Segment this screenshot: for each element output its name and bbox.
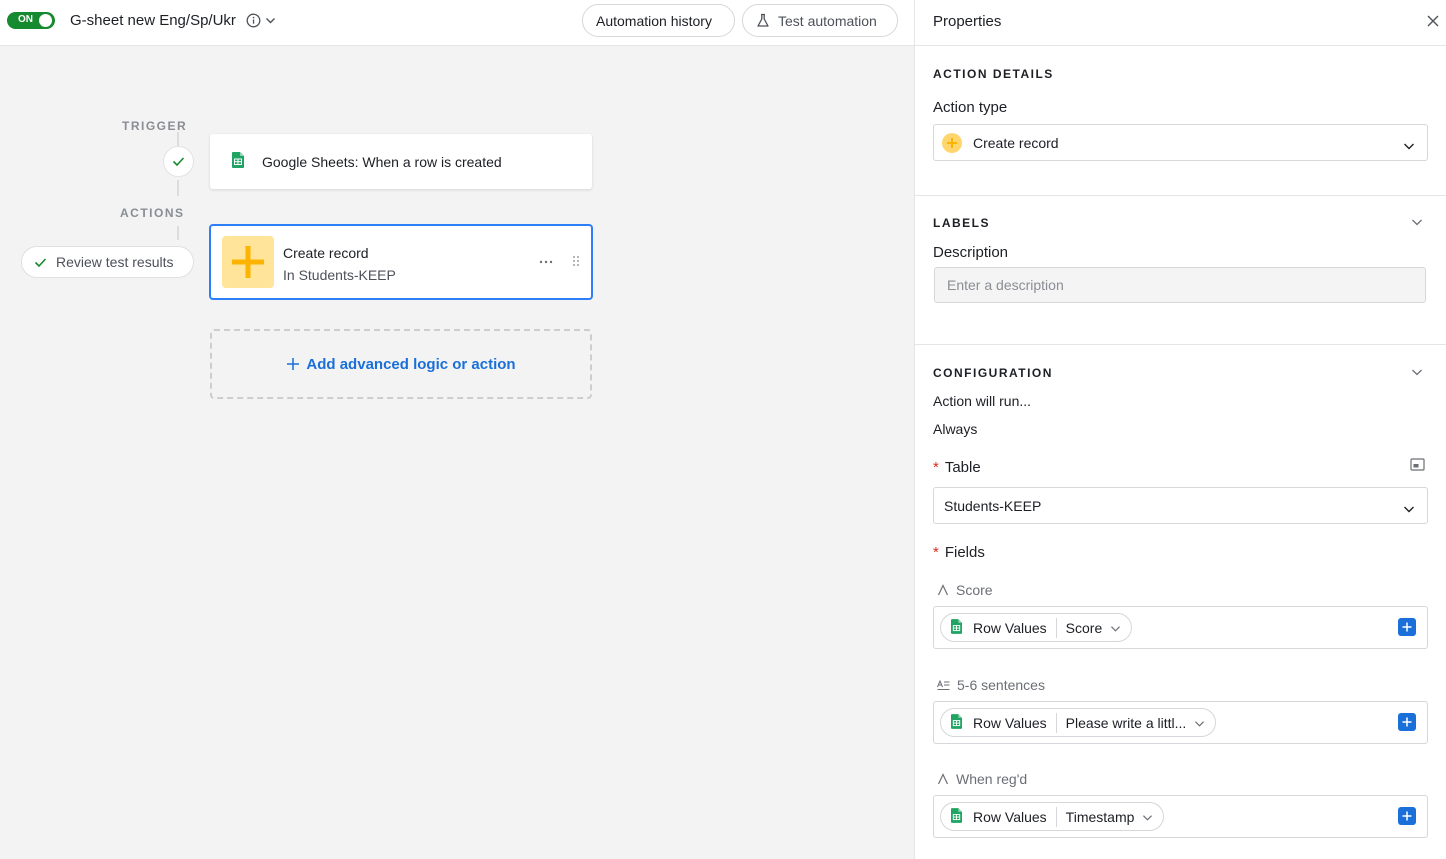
description-label: Description xyxy=(933,244,1009,261)
required-marker: * xyxy=(933,459,939,476)
insert-value-button[interactable] xyxy=(1398,807,1416,825)
token-value: Please write a littl... xyxy=(1065,714,1187,731)
field-name-sentences: 5-6 sentences xyxy=(937,677,1045,693)
description-input[interactable]: Enter a description xyxy=(934,267,1426,303)
trigger-card[interactable]: Google Sheets: When a row is created xyxy=(210,134,592,189)
text-field-icon xyxy=(937,584,949,596)
row-value-token[interactable]: Row Values Timestamp xyxy=(940,802,1165,831)
token-separator xyxy=(1055,712,1057,733)
check-icon xyxy=(172,157,185,167)
trigger-status xyxy=(163,146,194,177)
connector-line xyxy=(177,180,179,196)
automation-history-button[interactable]: Automation history xyxy=(582,4,735,37)
token-source: Row Values xyxy=(973,619,1047,636)
action-type-select[interactable]: Create record xyxy=(933,124,1428,161)
create-record-icon xyxy=(942,132,962,153)
table-value: Students-KEEP xyxy=(944,497,1042,514)
automation-canvas: TRIGGER ACTIONS Google Sheets: When a ro… xyxy=(0,46,914,859)
actions-section-label: ACTIONS xyxy=(120,206,185,220)
google-sheets-icon xyxy=(232,152,244,171)
google-sheets-icon xyxy=(951,713,962,732)
toggle-knob xyxy=(39,14,52,27)
flask-icon xyxy=(757,13,769,27)
long-text-icon xyxy=(937,679,950,690)
labels-heading: LABELS xyxy=(933,216,990,230)
chevron-down-icon[interactable] xyxy=(1411,214,1423,230)
chevron-down-icon xyxy=(1403,501,1415,517)
test-automation-label: Test automation xyxy=(778,12,877,29)
field-name-score: Score xyxy=(937,582,993,598)
field-name-when-regd: When reg'd xyxy=(937,771,1027,787)
chevron-down-icon[interactable] xyxy=(1411,364,1423,380)
field-value-row[interactable]: Row Values Score xyxy=(933,606,1428,649)
more-options-icon[interactable] xyxy=(539,252,553,268)
chevron-down-icon xyxy=(1194,715,1205,731)
chevron-down-icon xyxy=(1110,620,1121,636)
insert-value-button[interactable] xyxy=(1398,618,1416,636)
insert-value-button[interactable] xyxy=(1398,713,1416,731)
token-value: Timestamp xyxy=(1065,808,1135,825)
field-name-label: Score xyxy=(956,582,993,598)
row-value-token[interactable]: Row Values Please write a littl... xyxy=(940,708,1217,737)
text-field-icon xyxy=(937,773,949,785)
create-record-action-card[interactable]: Create record In Students-KEEP xyxy=(209,224,593,300)
panel-title: Properties xyxy=(933,13,1002,30)
token-value: Score xyxy=(1065,619,1103,636)
action-title: Create record xyxy=(283,245,369,261)
chevron-down-icon xyxy=(1142,809,1153,825)
expand-panel-icon[interactable] xyxy=(1410,458,1425,474)
section-divider xyxy=(915,195,1446,196)
automation-title[interactable]: G-sheet new Eng/Sp/Ukr xyxy=(70,12,236,29)
connector-line xyxy=(177,226,179,240)
field-value-row[interactable]: Row Values Please write a littl... xyxy=(933,701,1428,744)
automation-history-label: Automation history xyxy=(596,12,712,29)
token-source: Row Values xyxy=(973,808,1047,825)
trigger-text: Google Sheets: When a row is created xyxy=(262,153,502,170)
fields-label: * Fields xyxy=(933,544,985,561)
table-label: * Table xyxy=(933,459,981,476)
automation-on-toggle[interactable]: ON xyxy=(7,12,55,29)
action-type-value: Create record xyxy=(973,134,1059,151)
table-label-text: Table xyxy=(944,459,981,476)
add-logic-or-action-button[interactable]: Add advanced logic or action xyxy=(210,329,592,399)
action-subtitle: In Students-KEEP xyxy=(283,267,396,283)
review-test-results-button[interactable]: Review test results xyxy=(21,246,194,278)
section-divider xyxy=(915,344,1446,345)
token-separator xyxy=(1055,806,1057,827)
run-condition-value[interactable]: Always xyxy=(933,421,977,437)
action-type-label: Action type xyxy=(933,99,1008,116)
drag-handle-icon[interactable] xyxy=(572,254,580,270)
review-test-results-label: Review test results xyxy=(56,254,174,270)
field-name-label: When reg'd xyxy=(956,771,1028,787)
description-placeholder: Enter a description xyxy=(947,277,1064,293)
google-sheets-icon xyxy=(951,618,962,637)
add-logic-label: Add advanced logic or action xyxy=(306,355,516,373)
table-select[interactable]: Students-KEEP xyxy=(933,487,1428,524)
row-value-token[interactable]: Row Values Score xyxy=(940,613,1133,642)
fields-label-text: Fields xyxy=(944,544,985,561)
plus-icon xyxy=(287,358,300,370)
chevron-down-icon xyxy=(1403,138,1415,154)
toggle-label: ON xyxy=(18,14,33,25)
trigger-section-label: TRIGGER xyxy=(122,119,188,133)
properties-panel: Properties ACTION DETAILS Action type Cr… xyxy=(914,0,1446,859)
token-separator xyxy=(1055,617,1057,638)
test-automation-button[interactable]: Test automation xyxy=(742,4,898,37)
google-sheets-icon xyxy=(951,807,962,826)
create-record-icon xyxy=(222,236,274,288)
info-icon[interactable] xyxy=(246,13,261,31)
configuration-heading: CONFIGURATION xyxy=(933,366,1053,380)
token-source: Row Values xyxy=(973,714,1047,731)
required-marker: * xyxy=(933,544,939,561)
field-name-label: 5-6 sentences xyxy=(957,677,1045,693)
top-bar: ON G-sheet new Eng/Sp/Ukr Automation his… xyxy=(0,0,914,46)
run-condition-label: Action will run... xyxy=(933,393,1032,409)
connector-line xyxy=(177,132,179,146)
close-icon[interactable] xyxy=(1426,14,1440,31)
panel-header: Properties xyxy=(915,0,1446,46)
check-icon xyxy=(34,257,47,267)
chevron-down-icon[interactable] xyxy=(264,14,277,30)
action-details-heading: ACTION DETAILS xyxy=(933,67,1054,81)
field-value-row[interactable]: Row Values Timestamp xyxy=(933,795,1428,838)
